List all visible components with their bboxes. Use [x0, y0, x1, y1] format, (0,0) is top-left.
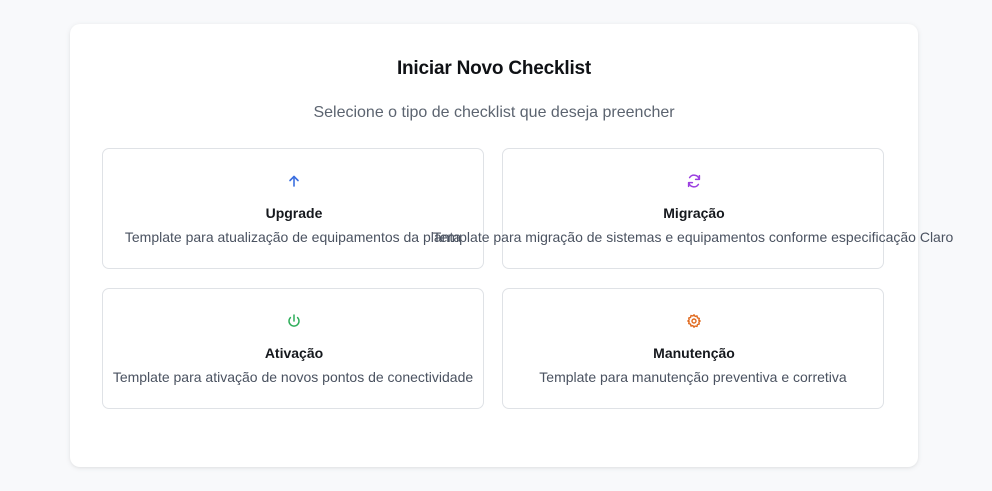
option-label: Migração [663, 205, 725, 221]
page-subtitle: Selecione o tipo de checklist que deseja… [313, 104, 675, 121]
option-description: Template para atualização de equipamento… [124, 229, 462, 245]
arrow-up-icon [286, 173, 302, 189]
gear-icon [686, 313, 702, 329]
option-label: Manutenção [653, 345, 735, 361]
page-title: Iniciar Novo Checklist [396, 58, 592, 79]
checklist-start-card: Iniciar Novo Checklist Selecione o tipo … [70, 24, 953, 467]
option-description: Template para manutenção preventiva e co… [539, 369, 847, 385]
refresh-icon [686, 173, 702, 189]
option-description: Template para ativação de novos pontos d… [112, 369, 474, 385]
option-ativacao[interactable]: Ativação Template para ativação de novos… [102, 288, 484, 409]
option-description: Template para migração de sistemas e equ… [432, 229, 954, 245]
power-icon [286, 313, 302, 329]
option-manutencao[interactable]: Manutenção Template para manutenção prev… [502, 288, 884, 409]
option-label: Upgrade [265, 205, 323, 221]
option-migracao[interactable]: Migração Template para migração de siste… [433, 148, 953, 269]
option-upgrade[interactable]: Upgrade Template para atualização de equ… [102, 148, 484, 269]
option-label: Ativação [264, 345, 324, 361]
